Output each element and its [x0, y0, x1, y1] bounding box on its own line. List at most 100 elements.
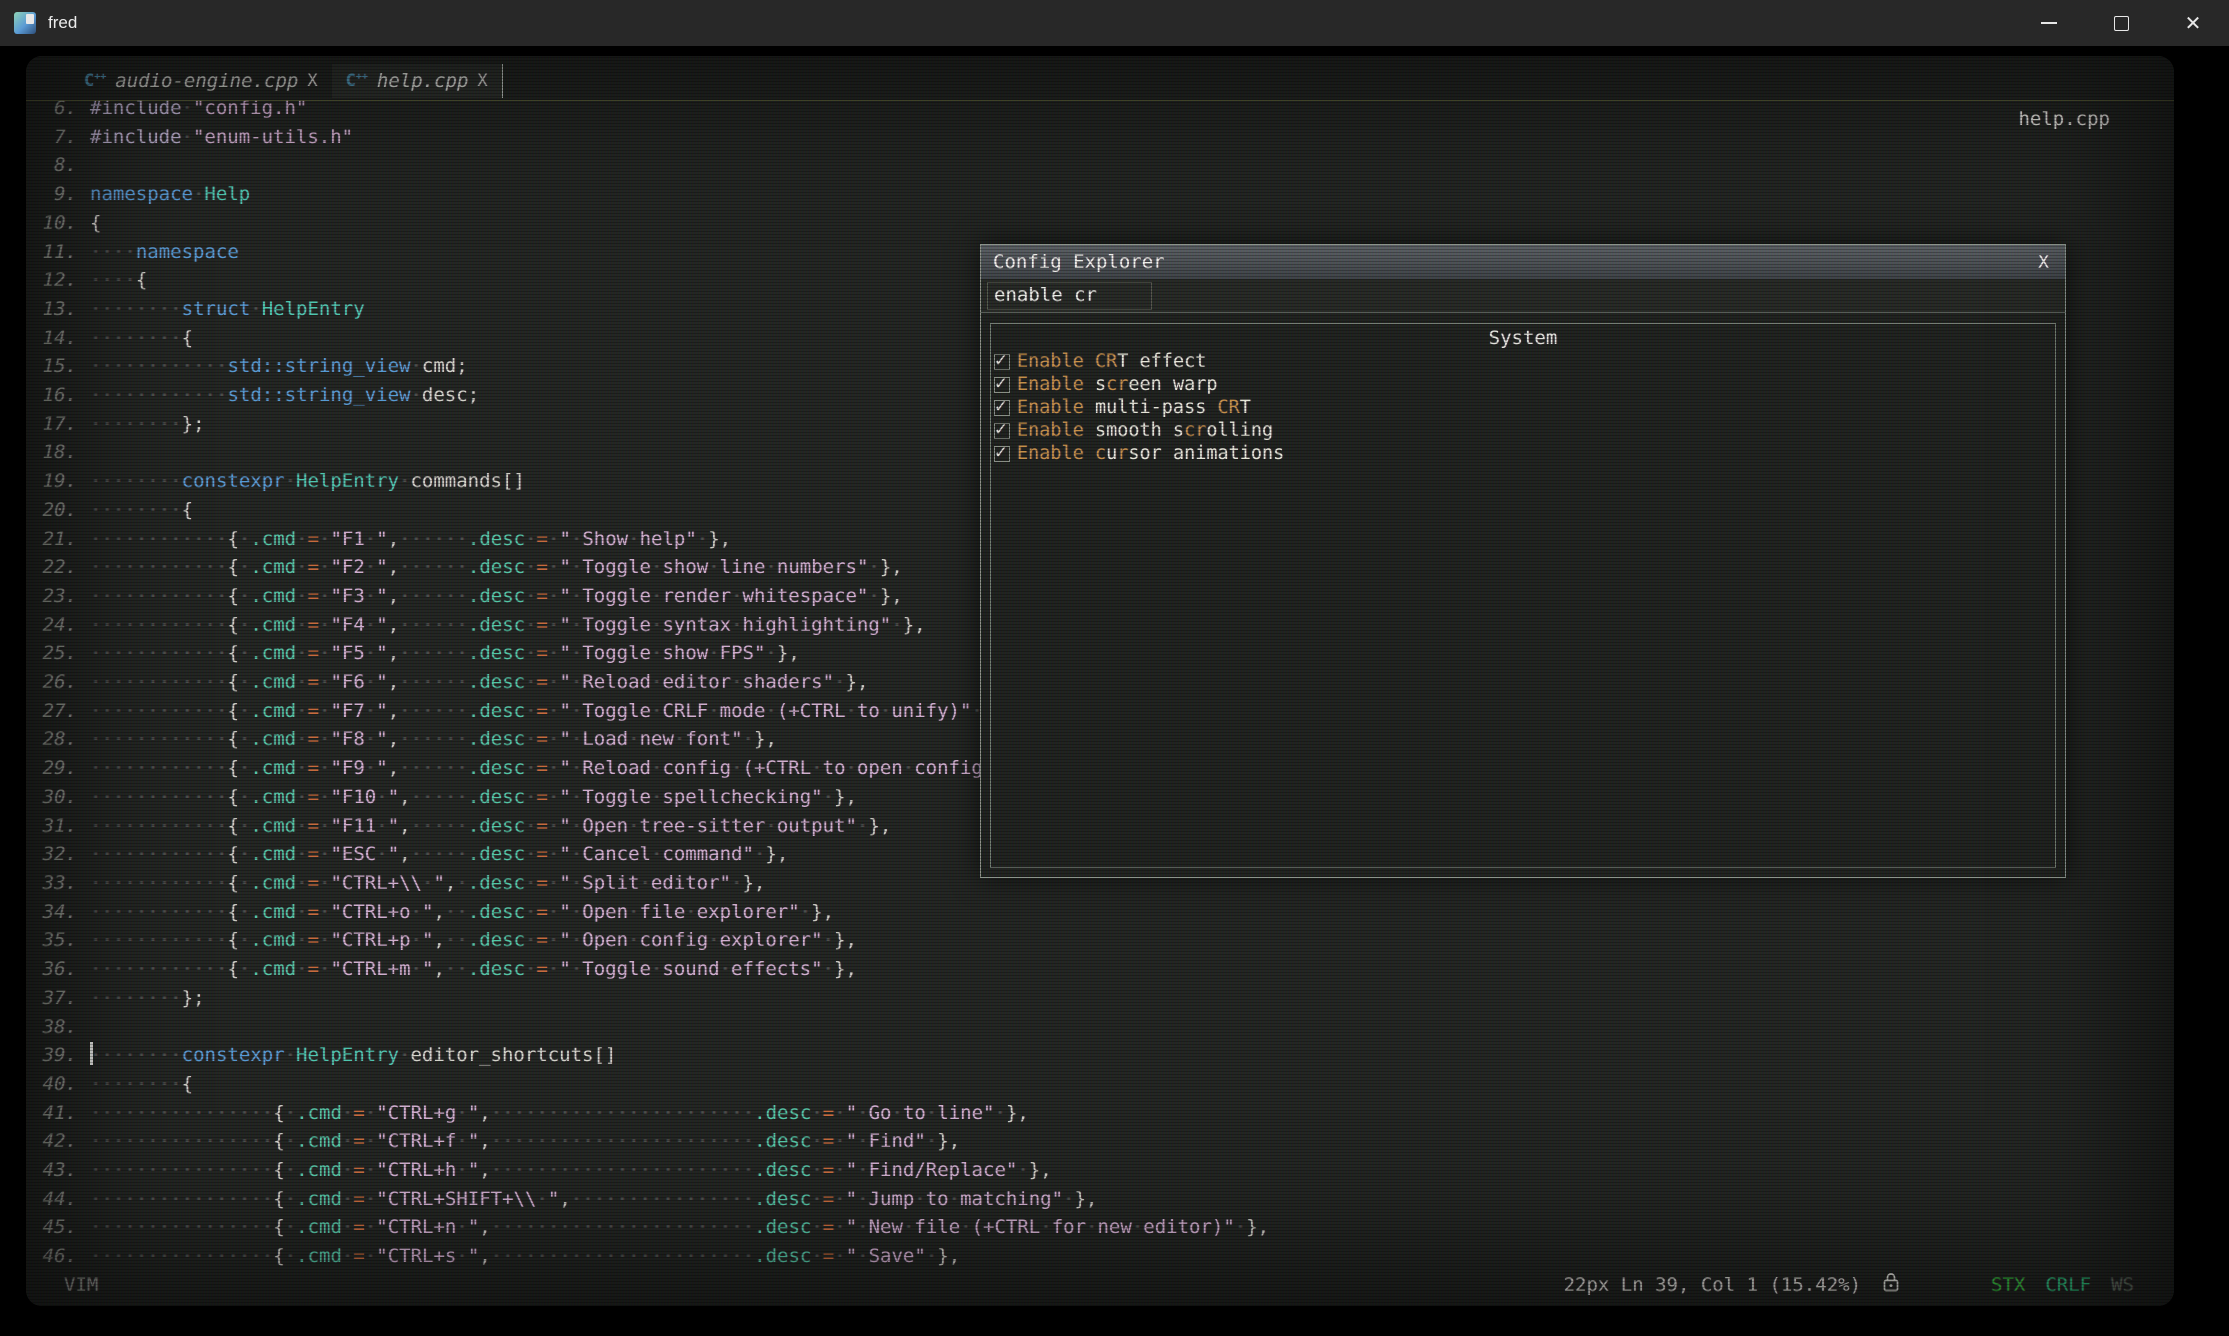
code-line: 6.#include·"config.h" [26, 94, 2174, 123]
os-titlebar: fred ✕ [0, 0, 2229, 46]
line-content: namespace·Help [90, 180, 250, 209]
line-content: ············{·.cmd·=·"CTRL+m·",··.desc·=… [90, 955, 857, 984]
code-line: 34.············{·.cmd·=·"CTRL+o·",··.des… [26, 898, 2174, 927]
config-item-label: Enable multi-pass CRT [1017, 397, 1251, 418]
line-content: ············{·.cmd·=·"F6·",······.desc·=… [90, 668, 868, 697]
status-bar: VIM 22px Ln 39, Col 1 (15.42%) STXCRLFWS [26, 1271, 2174, 1298]
checkmark-icon: ✓ [995, 441, 1006, 463]
line-number: 46. [26, 1242, 90, 1271]
line-content: ········struct·HelpEntry [90, 295, 365, 324]
close-button[interactable]: ✕ [2157, 0, 2229, 46]
config-search-input[interactable]: enable cr [987, 282, 1152, 310]
line-number: 40. [26, 1070, 90, 1099]
line-content: ············{·.cmd·=·"F1·",······.desc·=… [90, 525, 731, 554]
code-line: 40.········{ [26, 1070, 2174, 1099]
line-number: 32. [26, 840, 90, 869]
code-line: 9.namespace·Help [26, 180, 2174, 209]
line-number: 14. [26, 324, 90, 353]
code-line: 37.········}; [26, 984, 2174, 1013]
line-number: 7. [26, 123, 90, 152]
checkbox[interactable]: ✓ [994, 354, 1010, 370]
maximize-button[interactable] [2085, 0, 2157, 46]
code-line: 43.················{·.cmd·=·"CTRL+h·",··… [26, 1156, 2174, 1185]
line-number: 39. [26, 1041, 90, 1070]
popup-close-icon[interactable]: X [2038, 252, 2053, 273]
line-number: 12. [26, 266, 90, 295]
config-item-enable-screen-warp[interactable]: ✓ Enable screen warp [991, 373, 2055, 396]
line-content: ················{·.cmd·=·"CTRL+n·",·····… [90, 1213, 1269, 1242]
line-number: 20. [26, 496, 90, 525]
line-number: 33. [26, 869, 90, 898]
checkbox[interactable]: ✓ [994, 423, 1010, 439]
line-number: 24. [26, 611, 90, 640]
line-number: 45. [26, 1213, 90, 1242]
line-content: ············{·.cmd·=·"F7·",······.desc·=… [90, 697, 1006, 726]
code-line: 36.············{·.cmd·=·"CTRL+m·",··.des… [26, 955, 2174, 984]
tab-help.cpp[interactable]: C++help.cppX [332, 64, 503, 98]
checkmark-icon: ✓ [995, 372, 1006, 394]
line-content: ········}; [90, 984, 205, 1013]
config-item-enable-multi-pass-crt[interactable]: ✓ Enable multi-pass CRT [991, 396, 2055, 419]
line-number: 36. [26, 955, 90, 984]
code-line: 44.················{·.cmd·=·"CTRL+SHIFT+… [26, 1185, 2174, 1214]
line-content: ········}; [90, 410, 205, 439]
tab-close-icon[interactable]: X [307, 71, 317, 91]
line-content: { [90, 209, 101, 238]
window-title: fred [48, 13, 77, 33]
line-number: 25. [26, 639, 90, 668]
line-content: ············{·.cmd·=·"ESC·",·····.desc·=… [90, 840, 788, 869]
code-line: 41.················{·.cmd·=·"CTRL+g·",··… [26, 1099, 2174, 1128]
line-content: ············{·.cmd·=·"F5·",······.desc·=… [90, 639, 800, 668]
status-flags: STXCRLFWS [1991, 1274, 2134, 1296]
line-content: ················{·.cmd·=·"CTRL+SHIFT+\\·… [90, 1185, 1097, 1214]
line-number: 44. [26, 1185, 90, 1214]
minimize-icon [2041, 22, 2057, 24]
checkbox[interactable]: ✓ [994, 446, 1010, 462]
line-content: #include·"config.h" [90, 94, 307, 123]
line-number: 38. [26, 1013, 90, 1042]
tab-audio-engine.cpp[interactable]: C++audio-engine.cppX [70, 64, 332, 98]
minimize-button[interactable] [2013, 0, 2085, 46]
line-content: ················{·.cmd·=·"CTRL+s·",·····… [90, 1242, 960, 1271]
checkbox[interactable]: ✓ [994, 377, 1010, 393]
line-content: ········{ [90, 1070, 193, 1099]
line-content: ············{·.cmd·=·"CTRL+p·",··.desc·=… [90, 926, 857, 955]
config-item-enable-cursor-animations[interactable]: ✓ Enable cursor animations [991, 442, 2055, 465]
line-content: ················{·.cmd·=·"CTRL+g·",·····… [90, 1099, 1029, 1128]
line-number: 35. [26, 926, 90, 955]
config-item-label: Enable smooth scrolling [1017, 420, 1273, 441]
status-flag-ws: WS [2111, 1274, 2134, 1296]
config-results-panel: System ✓Enable CRT effect✓Enable screen … [990, 323, 2056, 868]
line-number: 6. [26, 94, 90, 123]
config-item-enable-crt-effect[interactable]: ✓Enable CRT effect [991, 350, 2055, 373]
line-number: 11. [26, 238, 90, 267]
line-number: 15. [26, 352, 90, 381]
line-number: 23. [26, 582, 90, 611]
config-search-row[interactable]: enable cr [981, 279, 2065, 313]
config-explorer-titlebar[interactable]: Config Explorer X [981, 245, 2065, 279]
app-icon [14, 12, 36, 34]
code-line: 46.················{·.cmd·=·"CTRL+s·",··… [26, 1242, 2174, 1271]
line-content: ················{·.cmd·=·"CTRL+f·",·····… [90, 1127, 960, 1156]
config-section-header: System [991, 324, 2055, 350]
line-number: 16. [26, 381, 90, 410]
status-flag-crlf: CRLF [2045, 1274, 2091, 1296]
editor-screen: C++audio-engine.cppXC++help.cppX help.cp… [26, 56, 2174, 1306]
line-number: 29. [26, 754, 90, 783]
code-line: 10.{ [26, 209, 2174, 238]
code-line: 39.········constexpr·HelpEntry·editor_sh… [26, 1041, 2174, 1070]
line-content: ············{·.cmd·=·"F9·",······.desc·=… [90, 754, 1040, 783]
code-line: 8. [26, 151, 2174, 180]
line-number: 22. [26, 553, 90, 582]
checkmark-icon: ✓ [995, 418, 1006, 440]
cursor-position-text: 22px Ln 39, Col 1 (15.42%) [1564, 1274, 1861, 1296]
config-item-label: Enable screen warp [1017, 374, 1218, 395]
vim-mode-indicator: VIM [64, 1274, 98, 1296]
line-number: 17. [26, 410, 90, 439]
config-item-enable-smooth-scrolling[interactable]: ✓ Enable smooth scrolling [991, 419, 2055, 442]
line-content: ············{·.cmd·=·"F11·",·····.desc·=… [90, 812, 891, 841]
tab-close-icon[interactable]: X [477, 71, 487, 91]
line-number: 21. [26, 525, 90, 554]
config-item-label: Enable cursor animations [1017, 443, 1284, 464]
checkbox[interactable]: ✓ [994, 400, 1010, 416]
